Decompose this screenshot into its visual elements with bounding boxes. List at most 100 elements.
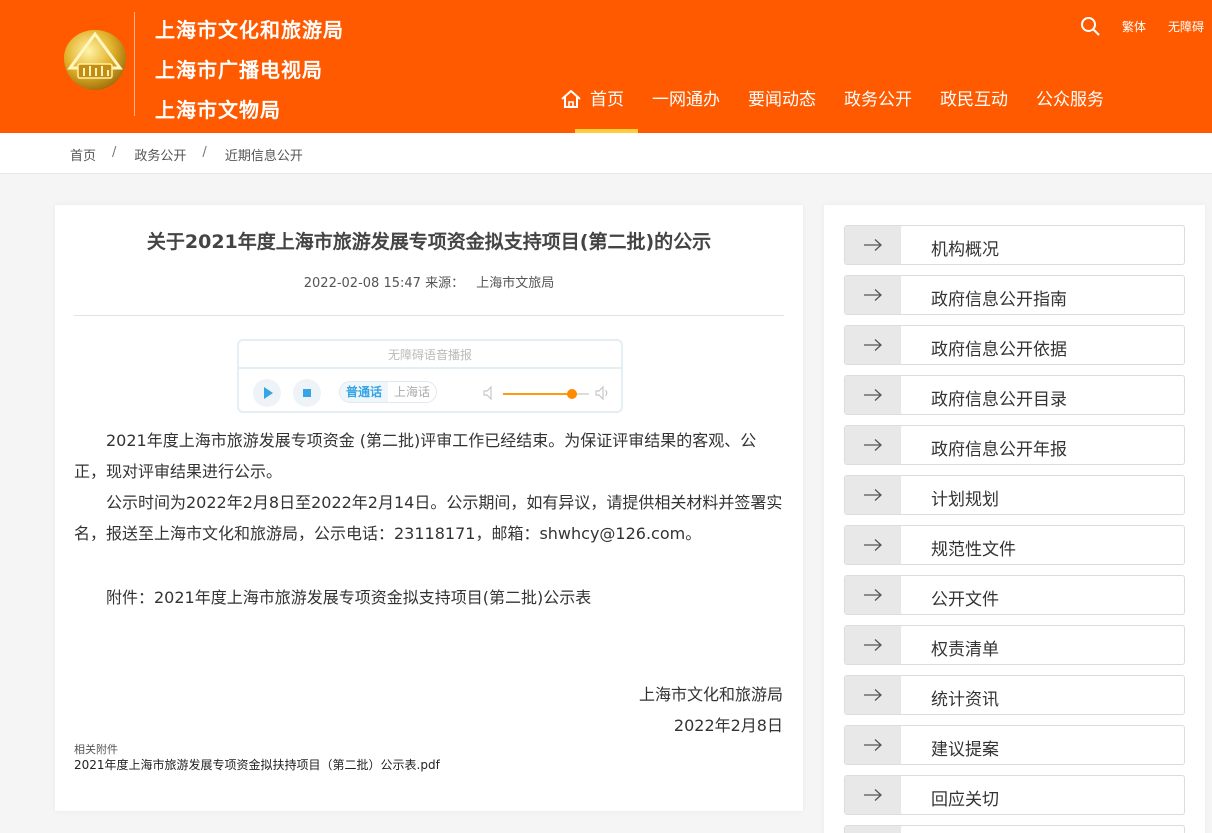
breadcrumb: 首页 / 政务公开 / 近期信息公开 bbox=[70, 145, 303, 164]
sidebar-arrow-box bbox=[845, 476, 901, 514]
arrow-right-icon bbox=[864, 739, 882, 751]
sidebar-item-label: 政府信息公开年报 bbox=[931, 440, 1067, 460]
sidebar-item-label: 统计资讯 bbox=[931, 690, 999, 710]
sidebar-item[interactable]: 权责清单 bbox=[844, 625, 1185, 665]
breadcrumb-separator: / bbox=[112, 145, 117, 160]
article-source-label: 来源： bbox=[425, 276, 465, 291]
sidebar-item[interactable]: 政府信息公开指南 bbox=[844, 275, 1185, 315]
header-divider bbox=[134, 12, 135, 116]
volume-high-icon[interactable] bbox=[595, 385, 611, 401]
sidebar-item[interactable]: 公开文件 bbox=[844, 575, 1185, 615]
breadcrumb-recent-info[interactable]: 近期信息公开 bbox=[225, 145, 303, 164]
sidebar-item[interactable]: 回应关切 bbox=[844, 775, 1185, 815]
nav-label: 政民互动 bbox=[940, 90, 1008, 110]
sidebar-arrow-box bbox=[845, 576, 901, 614]
sidebar-item[interactable]: 政府信息公开依据 bbox=[844, 325, 1185, 365]
traditional-chinese-link[interactable]: 繁体 bbox=[1122, 18, 1146, 35]
sidebar-item[interactable]: 规范性文件 bbox=[844, 525, 1185, 565]
title-divider bbox=[74, 315, 784, 316]
nav-public-services[interactable]: 公众服务 bbox=[1022, 82, 1118, 133]
sidebar-item[interactable]: 政府信息公开目录 bbox=[844, 375, 1185, 415]
sidebar-item-label: 政府信息公开目录 bbox=[931, 390, 1067, 410]
sidebar-item-label: 公开文件 bbox=[931, 590, 999, 610]
stop-icon bbox=[303, 389, 311, 397]
org-name-culture-tourism[interactable]: 上海市文化和旅游局 bbox=[155, 10, 344, 50]
sidebar-item-label: 政府信息公开指南 bbox=[931, 290, 1067, 310]
org-names: 上海市文化和旅游局 上海市广播电视局 上海市文物局 bbox=[155, 10, 344, 130]
arrow-right-icon bbox=[864, 289, 882, 301]
nav-home[interactable]: 首页 bbox=[560, 82, 638, 133]
sidebar-item-label: 计划规划 bbox=[931, 490, 999, 510]
nav-label: 公众服务 bbox=[1036, 90, 1104, 110]
sidebar-arrow-box bbox=[845, 726, 901, 764]
sidebar-item[interactable] bbox=[844, 825, 1185, 833]
bureau-logo-icon[interactable] bbox=[62, 28, 128, 92]
search-icon[interactable] bbox=[1080, 16, 1100, 36]
nav-home-label: 首页 bbox=[590, 90, 624, 110]
play-icon bbox=[264, 387, 273, 399]
arrow-right-icon bbox=[864, 239, 882, 251]
arrow-right-icon bbox=[864, 639, 882, 651]
arrow-right-icon bbox=[864, 439, 882, 451]
main-nav: 首页 一网通办 要闻动态 政务公开 政民互动 公众服务 bbox=[560, 82, 1118, 133]
article-sign-date: 2022年2月8日 bbox=[673, 716, 783, 735]
article-body: 2021年度上海市旅游发展专项资金 (第二批)评审工作已经结束。为保证评审结果的… bbox=[74, 425, 786, 613]
attachment-file-link[interactable]: 2021年度上海市旅游发展专项资金拟扶持项目（第二批）公示表.pdf bbox=[74, 756, 440, 773]
breadcrumb-government-affairs[interactable]: 政务公开 bbox=[134, 145, 186, 164]
article-signature-block: 上海市文化和旅游局 2022年2月8日 bbox=[639, 679, 783, 741]
sidebar-arrow-box bbox=[845, 826, 901, 833]
breadcrumb-home[interactable]: 首页 bbox=[70, 145, 96, 164]
sidebar-item[interactable]: 建议提案 bbox=[844, 725, 1185, 765]
sidebar: 机构概况政府信息公开指南 政府信息公开依据 政府信息公开目录 政府信息公开年报 计划规划… bbox=[824, 205, 1205, 833]
arrow-right-icon bbox=[864, 689, 882, 701]
article-paragraph: 公示时间为2022年2月8日至2022年2月14日。公示期间，如有异议，请提供相… bbox=[74, 493, 783, 543]
arrow-right-icon bbox=[864, 489, 882, 501]
org-name-cultural-relics[interactable]: 上海市文物局 bbox=[155, 90, 344, 130]
attachment-label: 相关附件 bbox=[74, 743, 118, 756]
nav-one-net-service[interactable]: 一网通办 bbox=[638, 82, 734, 133]
dialect-toggle: 普通话 上海话 bbox=[339, 381, 438, 403]
article-signature: 上海市文化和旅游局 bbox=[638, 685, 783, 704]
org-name-radio-tv[interactable]: 上海市广播电视局 bbox=[155, 50, 344, 90]
breadcrumb-separator: / bbox=[202, 145, 207, 160]
stop-button[interactable] bbox=[293, 379, 321, 407]
sidebar-item[interactable]: 机构概况 bbox=[844, 225, 1185, 265]
sidebar-arrow-box bbox=[845, 376, 901, 414]
sidebar-item[interactable]: 计划规划 bbox=[844, 475, 1185, 515]
article-source: 上海市文旅局 bbox=[476, 276, 555, 291]
sidebar-arrow-box bbox=[845, 526, 901, 564]
volume-slider-thumb[interactable] bbox=[566, 389, 577, 399]
audio-player-title: 无障碍语音播报 bbox=[387, 348, 472, 362]
sidebar-item[interactable]: 统计资讯 bbox=[844, 675, 1185, 715]
sidebar-item-label: 规范性文件 bbox=[931, 540, 1016, 560]
article-attachment-note: 附件：2021年度上海市旅游发展专项资金拟支持项目(第二批)公示表 bbox=[106, 588, 592, 607]
volume-low-icon[interactable] bbox=[483, 385, 497, 401]
player-divider bbox=[239, 367, 621, 369]
arrow-right-icon bbox=[864, 339, 882, 351]
sidebar-item-label: 回应关切 bbox=[931, 790, 999, 810]
article-paragraph: 2021年度上海市旅游发展专项资金 (第二批)评审工作已经结束。为保证评审结果的… bbox=[74, 431, 757, 481]
article-title: 关于2021年度上海市旅游发展专项资金拟支持项目(第二批)的公示 bbox=[146, 231, 712, 253]
sidebar-arrow-box bbox=[845, 676, 901, 714]
sidebar-item-label: 政府信息公开依据 bbox=[931, 340, 1067, 360]
article-datetime: 2022-02-08 15:47 bbox=[303, 276, 421, 291]
nav-label: 政务公开 bbox=[844, 90, 912, 110]
audio-player: 无障碍语音播报 普通话 上海话 bbox=[237, 339, 623, 413]
nav-government-affairs[interactable]: 政务公开 bbox=[830, 82, 926, 133]
dialect-shanghainese[interactable]: 上海话 bbox=[388, 382, 436, 402]
breadcrumb-bar: 首页 / 政务公开 / 近期信息公开 bbox=[0, 133, 1212, 174]
volume-slider[interactable] bbox=[503, 389, 589, 399]
dialect-mandarin[interactable]: 普通话 bbox=[340, 382, 389, 402]
sidebar-item-label: 权责清单 bbox=[931, 640, 999, 660]
arrow-right-icon bbox=[864, 789, 882, 801]
play-button[interactable] bbox=[253, 379, 281, 407]
sidebar-arrow-box bbox=[845, 226, 901, 264]
nav-news[interactable]: 要闻动态 bbox=[734, 82, 830, 133]
accessibility-link[interactable]: 无障碍 bbox=[1168, 18, 1204, 35]
sidebar-arrow-box bbox=[845, 326, 901, 364]
nav-public-interaction[interactable]: 政民互动 bbox=[926, 82, 1022, 133]
arrow-right-icon bbox=[864, 389, 882, 401]
sidebar-item[interactable]: 政府信息公开年报 bbox=[844, 425, 1185, 465]
nav-label: 一网通办 bbox=[652, 90, 720, 110]
